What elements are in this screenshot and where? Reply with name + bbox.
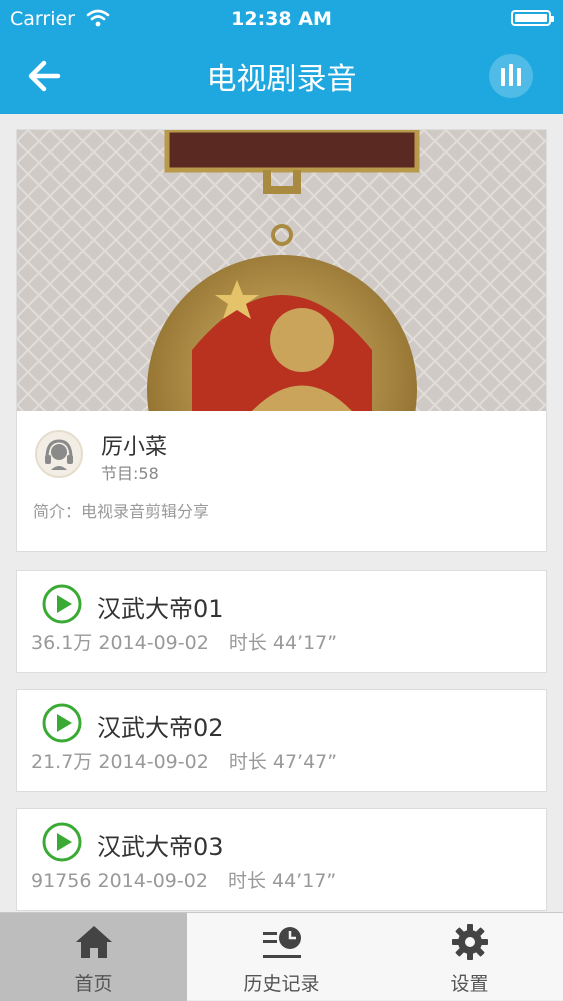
episode-date: 2014-09-02 — [97, 870, 208, 892]
episode-meta: 91756 2014-09-02 时长 44’17” — [31, 866, 336, 893]
tab-history[interactable]: 历史记录 — [188, 913, 375, 1001]
tab-home[interactable]: 首页 — [0, 913, 187, 1001]
episode-date: 2014-09-02 — [98, 751, 209, 773]
status-bar: Carrier 12:38 AM — [0, 0, 563, 38]
now-playing-icon[interactable] — [489, 54, 533, 98]
episode-meta: 36.1万 2014-09-02 时长 44’17” — [31, 628, 337, 655]
history-icon — [262, 927, 301, 958]
play-icon[interactable] — [42, 822, 82, 862]
play-count: 36.1万 — [31, 632, 93, 654]
episode-title: 汉武大帝02 — [97, 714, 224, 742]
top-bar: Carrier 12:38 AM 电视剧录音 — [0, 0, 563, 114]
episode-duration: 时长 47’47” — [228, 751, 338, 773]
list-item[interactable]: 汉武大帝03 91756 2014-09-02 时长 44’17” — [16, 808, 547, 911]
author-name: 厉小菜 — [101, 435, 168, 460]
tab-label: 设置 — [450, 973, 489, 995]
play-count: 91756 — [31, 870, 92, 892]
episode-date: 2014-09-02 — [98, 632, 209, 654]
banner-image — [17, 130, 546, 411]
tab-label: 首页 — [74, 973, 113, 995]
play-icon[interactable] — [42, 584, 82, 624]
home-icon — [75, 926, 112, 958]
headphones-icon — [45, 439, 73, 470]
list-item[interactable]: 汉武大帝02 21.7万 2014-09-02 时长 47’47” — [16, 689, 547, 792]
tab-bar: 首页 历史记录 设置 — [0, 912, 563, 1001]
page-title: 电视剧录音 — [206, 62, 357, 97]
list-item[interactable]: 汉武大帝01 36.1万 2014-09-02 时长 44’17” — [16, 570, 547, 673]
tab-label: 历史记录 — [243, 973, 320, 995]
episode-meta: 21.7万 2014-09-02 时长 47’47” — [31, 747, 337, 774]
description: 简介：电视录音剪辑分享 — [33, 502, 210, 521]
battery-icon — [511, 10, 554, 26]
tab-settings[interactable]: 设置 — [376, 913, 563, 1001]
play-count: 21.7万 — [31, 751, 93, 773]
profile-card: 厉小菜 节目:58 简介：电视录音剪辑分享 — [16, 129, 547, 552]
episode-title: 汉武大帝03 — [97, 833, 224, 861]
episode-duration: 时长 44’17” — [227, 870, 337, 892]
nav-bar: 电视剧录音 — [0, 38, 563, 114]
episode-title: 汉武大帝01 — [97, 595, 224, 623]
play-icon[interactable] — [42, 703, 82, 743]
clock: 12:38 AM — [231, 8, 332, 30]
avatar — [35, 430, 83, 478]
program-count: 节目:58 — [101, 464, 159, 483]
episode-duration: 时长 44’17” — [228, 632, 338, 654]
gear-icon — [451, 924, 488, 960]
